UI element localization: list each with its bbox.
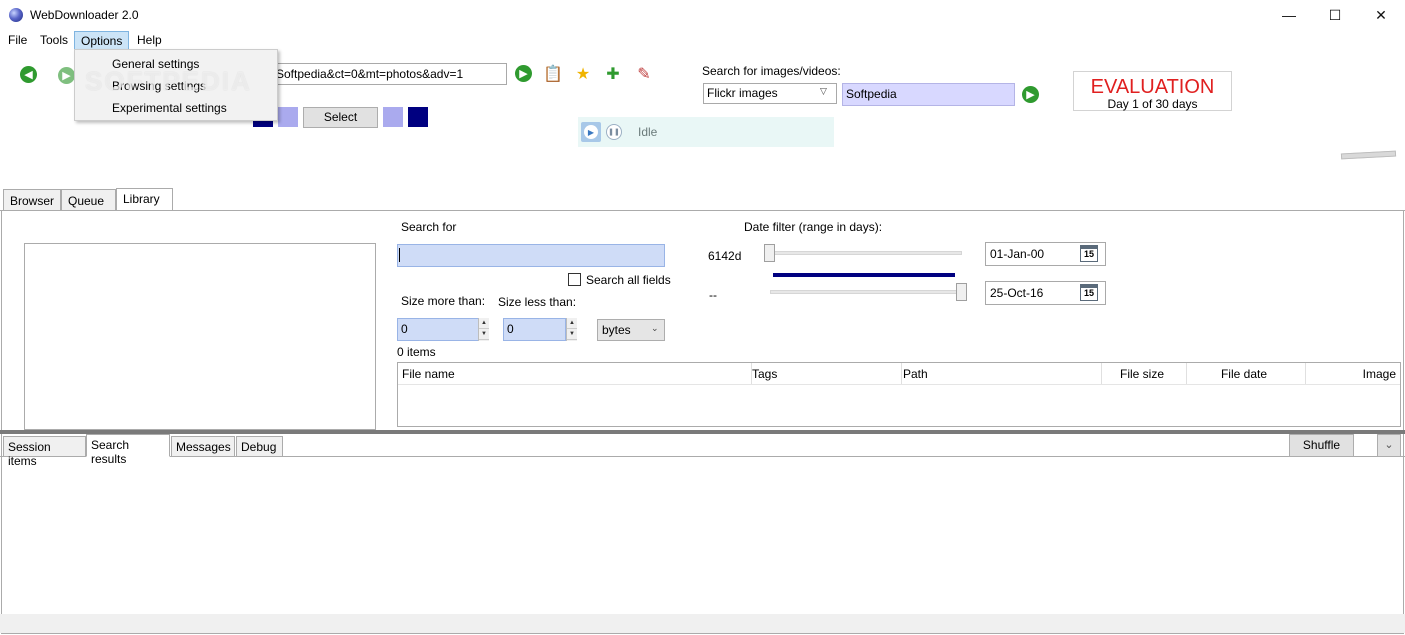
color-swatch[interactable] <box>408 107 428 127</box>
tab-browser[interactable]: Browser <box>3 189 61 211</box>
folder-tree[interactable] <box>24 243 376 430</box>
size-less-input[interactable]: 0 <box>503 318 566 341</box>
tab-library[interactable]: Library <box>116 188 173 211</box>
date-filter-label: Date filter (range in days): <box>744 220 883 234</box>
calendar-icon[interactable]: 15 <box>1080 284 1098 301</box>
minimize-button[interactable]: — <box>1266 0 1312 30</box>
calendar-icon[interactable]: 15 <box>1080 245 1098 262</box>
stepper-up-icon[interactable]: ▲ <box>567 318 577 329</box>
date-range-bar <box>773 273 955 277</box>
tab-debug[interactable]: Debug <box>236 436 283 457</box>
title-bar <box>0 0 1405 30</box>
menu-file[interactable]: File <box>2 31 33 50</box>
size-more-label: Size more than: <box>401 294 486 308</box>
evaluation-title: EVALUATION <box>1090 76 1215 98</box>
play-button[interactable]: ▶ <box>581 122 601 142</box>
column-header-path[interactable]: Path <box>903 363 1102 384</box>
go-icon[interactable]: ▶ <box>515 65 532 82</box>
column-header-file-date[interactable]: File date <box>1187 363 1306 384</box>
star-icon[interactable]: ★ <box>573 64 593 84</box>
clipboard-icon[interactable]: 📋 <box>543 64 563 84</box>
select-button[interactable]: Select <box>303 107 378 128</box>
pause-button[interactable]: ❚❚ <box>606 124 622 140</box>
tab-messages[interactable]: Messages <box>171 436 235 457</box>
size-more-input[interactable]: 0 <box>397 318 479 341</box>
source-dropdown[interactable]: Flickr images <box>703 83 837 104</box>
softpedia-watermark: SOFTPEDIA <box>85 66 252 96</box>
close-button[interactable]: ✕ <box>1358 0 1404 30</box>
app-globe-icon <box>9 8 23 22</box>
status-text: Idle <box>638 125 658 139</box>
range-to-days: -- <box>709 288 717 302</box>
color-swatch[interactable] <box>278 107 298 127</box>
collapse-chevron-icon[interactable]: ⌄ <box>1377 434 1401 457</box>
date-to-slider-track[interactable] <box>770 290 962 294</box>
color-swatch[interactable] <box>383 107 403 127</box>
column-header-file-name[interactable]: File name <box>402 363 752 384</box>
maximize-button[interactable]: ☐ <box>1312 0 1358 30</box>
library-search-input[interactable] <box>397 244 665 267</box>
window-title: WebDownloader 2.0 <box>30 8 139 22</box>
tab-session-items[interactable]: Session items <box>3 436 86 468</box>
stepper-down-icon[interactable]: ▼ <box>567 329 577 340</box>
panel-border <box>1 211 2 633</box>
date-from-slider-track[interactable] <box>770 251 962 255</box>
horizontal-scrollbar[interactable] <box>0 614 1405 633</box>
size-less-stepper[interactable]: ▲ ▼ <box>566 318 577 341</box>
search-all-fields-checkbox[interactable] <box>568 273 581 286</box>
tab-divider <box>0 210 1405 211</box>
column-header-tags[interactable]: Tags <box>752 363 902 384</box>
evaluation-badge: EVALUATION Day 1 of 30 days <box>1073 71 1232 111</box>
size-less-label: Size less than: <box>498 295 577 309</box>
evaluation-days: Day 1 of 30 days <box>1107 97 1198 111</box>
panel-border <box>1403 211 1404 633</box>
shuffle-button[interactable]: Shuffle <box>1289 434 1354 457</box>
image-search-input[interactable]: Softpedia <box>842 83 1015 106</box>
url-input[interactable]: Softpedia&ct=0&mt=photos&adv=1 <box>271 63 507 85</box>
chevron-down-icon: ▽ <box>820 86 827 96</box>
column-header-file-size[interactable]: File size <box>1103 363 1187 384</box>
search-for-label: Search for <box>401 220 457 234</box>
menu-tools[interactable]: Tools <box>34 31 74 50</box>
items-count: 0 items <box>397 345 436 359</box>
text-caret <box>399 248 400 262</box>
chevron-down-icon: ⌄ <box>651 323 659 333</box>
date-to-slider-thumb[interactable] <box>956 283 967 301</box>
date-from-slider-thumb[interactable] <box>764 244 775 262</box>
image-search-go-icon[interactable]: ▶ <box>1022 86 1039 103</box>
add-favorite-icon[interactable]: ✚ <box>603 64 623 84</box>
play-icon: ▶ <box>584 125 598 139</box>
stepper-down-icon[interactable]: ▼ <box>479 329 489 340</box>
header-divider <box>398 384 1400 385</box>
image-search-label: Search for images/videos: <box>702 64 841 78</box>
panel-border <box>1 633 1404 634</box>
menu-help[interactable]: Help <box>131 31 168 50</box>
forward-icon[interactable]: ▶ <box>58 67 75 84</box>
column-header-image[interactable]: Image <box>1306 363 1396 384</box>
tools-wand-icon[interactable]: ✎ <box>634 64 654 84</box>
tab-search-results[interactable]: Search results <box>86 434 170 466</box>
back-icon[interactable]: ◀ <box>20 66 37 83</box>
size-more-stepper[interactable]: ▲ ▼ <box>478 318 489 341</box>
stepper-up-icon[interactable]: ▲ <box>479 318 489 329</box>
menu-options[interactable]: Options <box>74 31 130 50</box>
search-all-fields-label: Search all fields <box>586 273 671 287</box>
range-from-days: 6142d <box>708 249 742 263</box>
resize-grip[interactable] <box>1340 150 1397 160</box>
tab-queue[interactable]: Queue <box>61 189 116 211</box>
panel-splitter[interactable] <box>0 430 1405 434</box>
menu-item-experimental-settings[interactable]: Experimental settings <box>112 101 227 115</box>
